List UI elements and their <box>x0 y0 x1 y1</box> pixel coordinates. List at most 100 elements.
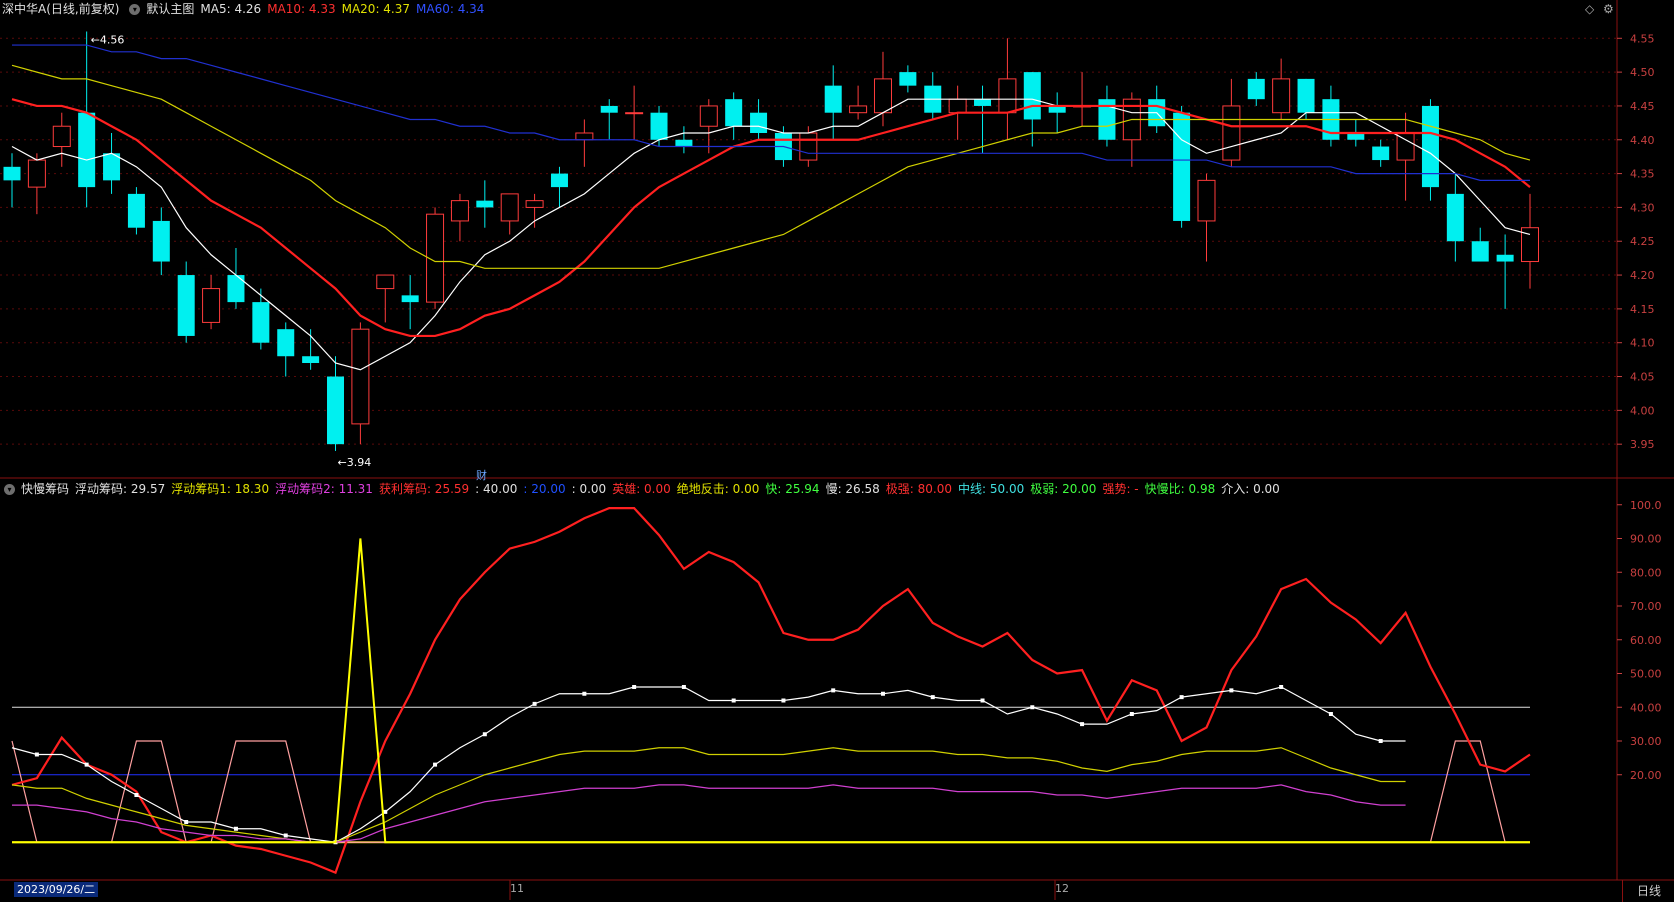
candle-body-down <box>550 173 568 188</box>
sub-series-2 <box>11 747 1406 843</box>
candle-body-down <box>1421 105 1439 188</box>
main-tick-label: 4.20 <box>1630 269 1655 282</box>
candle-body-up <box>1272 78 1291 114</box>
candle-body-down <box>227 275 245 303</box>
candle-body-up <box>699 105 718 127</box>
main-tick-label: 4.40 <box>1630 134 1655 147</box>
candle-body-down <box>824 85 842 113</box>
candle-body-up <box>500 193 519 222</box>
candle-body-up <box>1197 179 1216 222</box>
candle-body-up <box>351 328 370 425</box>
high-price-label: ←4.56 <box>91 34 125 47</box>
candle-body-down <box>725 99 743 127</box>
sub-pulse-yellow <box>12 538 1530 844</box>
candle-body-up <box>1222 105 1241 161</box>
candle-body-down <box>650 112 668 140</box>
candle-body-up <box>873 78 892 114</box>
main-tick-label: 4.10 <box>1630 337 1655 350</box>
candle-body-down <box>675 139 693 147</box>
sub-series-dot <box>731 698 736 703</box>
low-price-label: ←3.94 <box>338 456 372 469</box>
sub-series-dot <box>1080 722 1085 727</box>
candle-body-down <box>1173 112 1191 221</box>
chart-svg: 4.55 4.50 4.45 4.40 4.35 4.30 4.25 4.20 4.15 4.10… <box>0 0 1674 900</box>
candle-body-up <box>52 125 71 148</box>
candle-body-down <box>1372 146 1390 161</box>
sub-tick-label: 20.00 <box>1630 769 1662 782</box>
sub-series-dot <box>1279 685 1284 689</box>
sub-series-dot <box>134 793 139 797</box>
sub-series-dot <box>681 685 686 689</box>
sub-series-dot <box>1179 695 1184 700</box>
sub-series-dot <box>1030 705 1035 710</box>
candle-body-up <box>625 112 644 115</box>
candle-body-down <box>899 72 917 86</box>
month-label-nov: 11 <box>510 882 524 895</box>
sub-series-dot <box>632 685 637 689</box>
candle-body-up <box>525 200 544 208</box>
candle-body-down <box>1496 254 1514 262</box>
sub-series-dot <box>1229 688 1234 693</box>
candle-body-up <box>849 105 868 114</box>
main-tick-label: 4.30 <box>1630 201 1655 214</box>
candle-body-down <box>277 329 295 357</box>
sub-series-1 <box>11 686 1406 843</box>
candle-body-down <box>600 105 618 113</box>
candle-body-down <box>252 302 270 343</box>
main-tick-label: 4.05 <box>1630 371 1655 384</box>
sub-series-dot <box>184 820 189 824</box>
sub-series-dot <box>1378 739 1383 743</box>
candle-body-up <box>575 132 594 141</box>
main-tick-label: 4.15 <box>1630 303 1655 316</box>
sub-tick-label: 100.0 <box>1630 499 1662 512</box>
main-tick-label: 3.95 <box>1630 438 1655 451</box>
sub-tick-label: 70.00 <box>1630 600 1662 613</box>
candle-body-up <box>998 78 1017 114</box>
sub-series-dot <box>233 826 238 831</box>
candle-body-down <box>177 275 195 336</box>
candle-body-down <box>750 112 768 133</box>
candle-body-down <box>1446 193 1464 242</box>
candle-body-down <box>3 166 21 181</box>
sub-series-dot <box>482 732 487 737</box>
candle-body-down <box>1247 78 1265 100</box>
sub-series-dot <box>532 701 537 706</box>
sub-tick-label: 30.00 <box>1630 735 1662 748</box>
finance-marker[interactable]: 财 <box>476 467 487 483</box>
main-tick-label: 4.45 <box>1630 100 1655 113</box>
main-tick-label: 4.55 <box>1630 32 1655 45</box>
candle-body-down <box>127 193 145 228</box>
candle-body-up <box>450 200 469 222</box>
candle-body-down <box>1023 72 1041 120</box>
sub-series-dot <box>283 833 288 838</box>
main-tick-label: 4.50 <box>1630 66 1655 79</box>
cursor-date: 2023/09/26/二 <box>14 882 99 897</box>
sub-tick-label: 50.00 <box>1630 668 1662 681</box>
sub-series-dot <box>880 691 885 696</box>
candle-body-down <box>974 99 992 106</box>
candle-body-down <box>152 220 170 262</box>
sub-tick-label: 60.00 <box>1630 634 1662 647</box>
candle-body-down <box>476 200 494 208</box>
sub-tick-label: 80.00 <box>1630 566 1662 579</box>
sub-series-dot <box>980 698 985 703</box>
sub-series-dot <box>781 698 786 703</box>
sub-series-0 <box>11 507 1531 875</box>
candle-body-up <box>202 288 221 323</box>
sub-series-dot <box>84 762 89 767</box>
sub-series-dot <box>433 762 438 767</box>
period-tab-daily[interactable]: 日线 <box>1622 880 1674 902</box>
candle-body-up <box>27 159 46 188</box>
candle-body-down <box>401 295 419 303</box>
candle-body-down <box>1471 241 1489 262</box>
sub-tick-label: 90.00 <box>1630 533 1662 546</box>
sub-series-dot <box>582 691 587 696</box>
main-tick-label: 4.00 <box>1630 404 1655 417</box>
sub-series-dot <box>1328 712 1333 716</box>
candle-body-down <box>78 112 96 188</box>
candle-body-down <box>1297 78 1315 113</box>
chart-stage: 深中华A(日线,前复权) ▾ 默认主图 MA5: 4.26 MA10: 4.33… <box>0 0 1674 902</box>
candle-body-up <box>376 274 395 290</box>
candle-body-down <box>302 356 320 363</box>
sub-series-dot <box>831 688 836 693</box>
